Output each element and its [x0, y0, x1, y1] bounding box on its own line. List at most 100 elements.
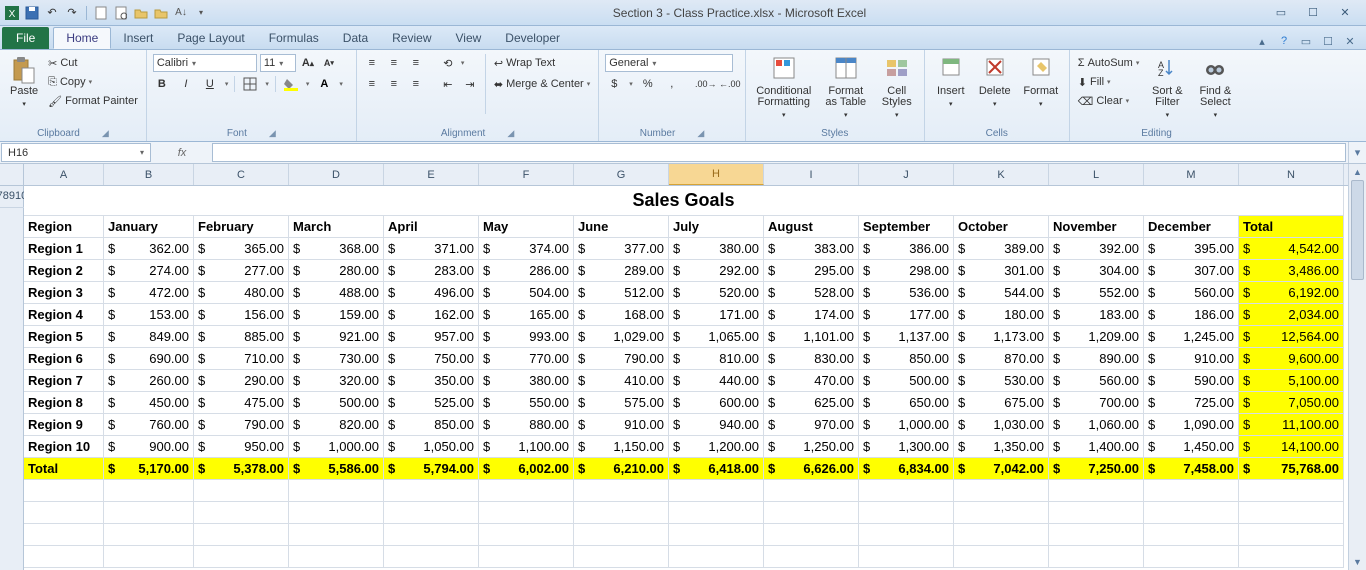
region-cell[interactable]: Region 8: [24, 392, 104, 414]
header-cell[interactable]: Total: [1239, 216, 1344, 238]
cell[interactable]: [954, 546, 1049, 568]
cell[interactable]: $183.00: [1049, 304, 1144, 326]
cell[interactable]: [289, 480, 384, 502]
cell[interactable]: [1049, 524, 1144, 546]
conditional-formatting-button[interactable]: Conditional Formatting▾: [752, 54, 816, 123]
cell[interactable]: $500.00: [289, 392, 384, 414]
restore-button[interactable]: ☐: [1302, 5, 1324, 21]
cell[interactable]: [764, 524, 859, 546]
cell[interactable]: $575.00: [574, 392, 669, 414]
italic-icon[interactable]: I: [177, 75, 195, 93]
comma-icon[interactable]: ,: [663, 75, 681, 93]
cell[interactable]: $1,209.00: [1049, 326, 1144, 348]
increase-indent-icon[interactable]: ⇥: [461, 75, 479, 93]
cell[interactable]: [954, 480, 1049, 502]
cell[interactable]: [574, 480, 669, 502]
cell[interactable]: [859, 480, 954, 502]
cell[interactable]: $380.00: [669, 238, 764, 260]
tab-file[interactable]: File: [2, 27, 49, 49]
cell[interactable]: $472.00: [104, 282, 194, 304]
number-format-combo[interactable]: General▾: [605, 54, 733, 72]
cell[interactable]: $168.00: [574, 304, 669, 326]
region-cell[interactable]: Region 9: [24, 414, 104, 436]
cell[interactable]: $5,586.00: [289, 458, 384, 480]
cell[interactable]: [194, 480, 289, 502]
cell[interactable]: $1,450.00: [1144, 436, 1239, 458]
cell[interactable]: [1049, 480, 1144, 502]
cell[interactable]: $9,600.00: [1239, 348, 1344, 370]
ribbon-minimize-icon[interactable]: ▴: [1254, 33, 1270, 49]
cell[interactable]: $850.00: [859, 348, 954, 370]
cell[interactable]: $392.00: [1049, 238, 1144, 260]
cell[interactable]: [954, 524, 1049, 546]
cell[interactable]: $993.00: [479, 326, 574, 348]
cell[interactable]: $286.00: [479, 260, 574, 282]
cell[interactable]: $770.00: [479, 348, 574, 370]
cell[interactable]: $280.00: [289, 260, 384, 282]
align-left-icon[interactable]: ≡: [363, 75, 381, 93]
percent-icon[interactable]: %: [639, 75, 657, 93]
cell[interactable]: $530.00: [954, 370, 1049, 392]
cell[interactable]: [954, 502, 1049, 524]
cell[interactable]: $725.00: [1144, 392, 1239, 414]
region-cell[interactable]: Region 7: [24, 370, 104, 392]
cell[interactable]: [289, 502, 384, 524]
cell[interactable]: $760.00: [104, 414, 194, 436]
tab-view[interactable]: View: [444, 27, 494, 49]
cell[interactable]: $362.00: [104, 238, 194, 260]
cell[interactable]: $6,626.00: [764, 458, 859, 480]
cell[interactable]: $970.00: [764, 414, 859, 436]
mdi-restore-icon[interactable]: ☐: [1320, 33, 1336, 49]
cell[interactable]: [1144, 546, 1239, 568]
cell[interactable]: [574, 524, 669, 546]
cell[interactable]: $830.00: [764, 348, 859, 370]
cell[interactable]: $921.00: [289, 326, 384, 348]
cell[interactable]: $374.00: [479, 238, 574, 260]
cell[interactable]: [764, 546, 859, 568]
cell[interactable]: $750.00: [384, 348, 479, 370]
cell[interactable]: $480.00: [194, 282, 289, 304]
cell[interactable]: [1144, 524, 1239, 546]
header-cell[interactable]: December: [1144, 216, 1239, 238]
cell[interactable]: $870.00: [954, 348, 1049, 370]
cell[interactable]: $550.00: [479, 392, 574, 414]
cell[interactable]: $1,250.00: [764, 436, 859, 458]
cell[interactable]: [479, 546, 574, 568]
vertical-scrollbar[interactable]: ▲ ▼: [1348, 164, 1366, 570]
grow-font-icon[interactable]: A▴: [299, 54, 317, 72]
cell[interactable]: $1,173.00: [954, 326, 1049, 348]
cell[interactable]: [104, 546, 194, 568]
find-select-button[interactable]: Find & Select▾: [1193, 54, 1237, 123]
header-cell[interactable]: Region: [24, 216, 104, 238]
tab-page-layout[interactable]: Page Layout: [165, 27, 256, 49]
cell[interactable]: $295.00: [764, 260, 859, 282]
cell[interactable]: $525.00: [384, 392, 479, 414]
cell[interactable]: $1,100.00: [479, 436, 574, 458]
col-header-E[interactable]: E: [384, 164, 479, 185]
tab-data[interactable]: Data: [331, 27, 380, 49]
align-top-icon[interactable]: ≡: [363, 54, 381, 72]
cell[interactable]: [24, 524, 104, 546]
cell[interactable]: $488.00: [289, 282, 384, 304]
delete-cells-button[interactable]: Delete▾: [975, 54, 1015, 112]
total-label-cell[interactable]: Total: [24, 458, 104, 480]
cell[interactable]: $528.00: [764, 282, 859, 304]
cell[interactable]: [669, 524, 764, 546]
cell[interactable]: $1,300.00: [859, 436, 954, 458]
col-header-I[interactable]: I: [764, 164, 859, 185]
cell[interactable]: $1,000.00: [859, 414, 954, 436]
region-cell[interactable]: Region 10: [24, 436, 104, 458]
region-cell[interactable]: Region 3: [24, 282, 104, 304]
close-button[interactable]: ✕: [1334, 5, 1356, 21]
clear-button[interactable]: ⌫Clear▾: [1076, 92, 1142, 110]
col-header-G[interactable]: G: [574, 164, 669, 185]
decrease-indent-icon[interactable]: ⇤: [439, 75, 457, 93]
cell[interactable]: [479, 524, 574, 546]
fx-icon[interactable]: fx: [172, 147, 192, 159]
cell[interactable]: $1,065.00: [669, 326, 764, 348]
cell[interactable]: $675.00: [954, 392, 1049, 414]
cell[interactable]: $365.00: [194, 238, 289, 260]
col-header-N[interactable]: N: [1239, 164, 1344, 185]
cell[interactable]: [1239, 546, 1344, 568]
cell[interactable]: $5,378.00: [194, 458, 289, 480]
